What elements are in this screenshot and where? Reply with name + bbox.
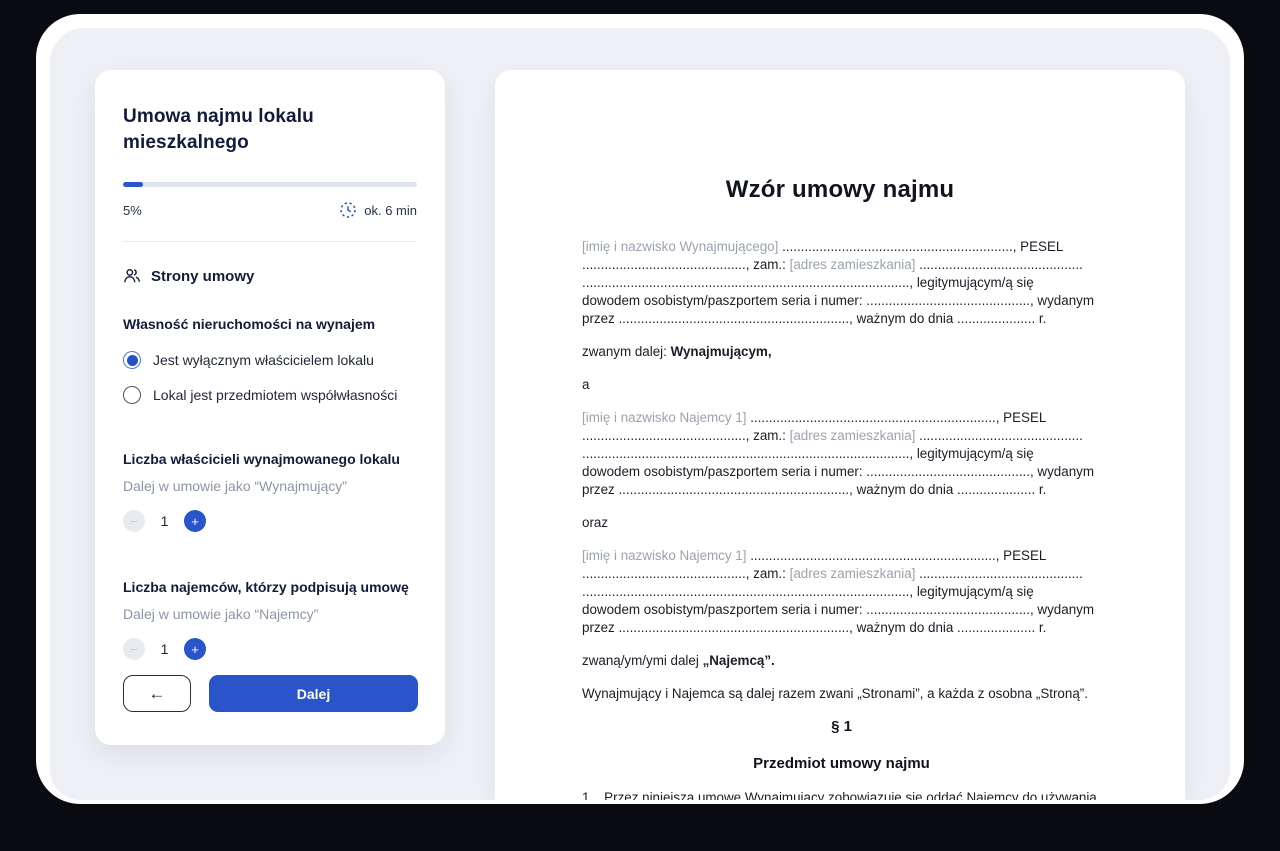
document-paragraph: a (582, 376, 1101, 394)
document-paragraph: zwaną/ym/ymi dalej „Najemcą”. (582, 652, 1101, 670)
party-clause: [imię i nazwisko Najemcy 1] ............… (582, 547, 1101, 637)
section-header: Strony umowy (123, 267, 417, 285)
app-interior: Umowa najmu lokalu mieszkalnego 5% ok. 6… (50, 28, 1230, 800)
party-clause-line: ........................................… (582, 427, 1101, 445)
tenants-stepper: − 1 + (123, 638, 417, 660)
party-clause-line: [imię i nazwisko Wynajmującego] ........… (582, 238, 1101, 256)
owners-counter-label: Liczba właścicieli wynajmowanego lokalu (123, 450, 417, 469)
ownership-options: Jest wyłącznym właścicielem lokalu Lokal … (123, 351, 417, 404)
party-clause-line: ........................................… (582, 256, 1101, 274)
section-title: Strony umowy (151, 268, 254, 285)
party-clause: [imię i nazwisko Najemcy 1] ............… (582, 409, 1101, 499)
owners-counter-hint: Dalej w umowie jako “Wynajmujący” (123, 478, 417, 494)
party-clause-line: dowodem osobistym/paszportem seria i num… (582, 463, 1101, 481)
owners-increment-button[interactable]: + (184, 510, 206, 532)
party-clause-line: przez ..................................… (582, 310, 1101, 328)
document-paragraph: zwanym dalej: Wynajmującym, (582, 343, 1101, 361)
tenants-counter-label: Liczba najemców, którzy podpisują umowę (123, 578, 417, 597)
next-button[interactable]: Dalej (209, 675, 418, 712)
form-sidebar-card: Umowa najmu lokalu mieszkalnego 5% ok. 6… (95, 70, 445, 745)
party-clause-line: przez ..................................… (582, 481, 1101, 499)
owners-stepper: − 1 + (123, 510, 417, 532)
radio-selected-icon[interactable] (123, 351, 141, 369)
party-clause-line: ........................................… (582, 583, 1101, 601)
progress-bar (123, 182, 417, 187)
clock-icon (339, 201, 357, 219)
radio-option[interactable]: Lokal jest przedmiotem współwłasności (123, 386, 417, 404)
time-estimate-label: ok. 6 min (364, 203, 417, 218)
tenants-decrement-button[interactable]: − (123, 638, 145, 660)
radio-option[interactable]: Jest wyłącznym właścicielem lokalu (123, 351, 417, 369)
party-clause-line: przez ..................................… (582, 619, 1101, 637)
document-numbered-item: 1. Przez niniejszą umowę Wynajmujący zobo… (582, 789, 1101, 800)
document-title: Wzór umowy najmu (495, 176, 1185, 204)
ownership-question-label: Własność nieruchomości na wynajem (123, 315, 417, 334)
radio-option-label: Jest wyłącznym właścicielem lokalu (153, 352, 374, 368)
radio-unselected-icon[interactable] (123, 386, 141, 404)
radio-option-label: Lokal jest przedmiotem współwłasności (153, 387, 397, 403)
item-number: 1. (582, 789, 593, 800)
party-clause-line: ........................................… (582, 274, 1101, 292)
party-clause-line: ........................................… (582, 445, 1101, 463)
document-paragraph: Wynajmujący i Najemca są dalej razem zwa… (582, 685, 1101, 703)
document-section-heading: Przedmiot umowy najmu (582, 755, 1101, 773)
app-frame: Umowa najmu lokalu mieszkalnego 5% ok. 6… (36, 14, 1244, 804)
party-clause: [imię i nazwisko Wynajmującego] ........… (582, 238, 1101, 328)
divider (123, 241, 417, 242)
tenants-increment-button[interactable]: + (184, 638, 206, 660)
form-footer: ← Dalej (123, 675, 418, 712)
progress-stats: 5% ok. 6 min (123, 201, 417, 219)
progress-bar-fill (123, 182, 143, 187)
form-title: Umowa najmu lokalu mieszkalnego (123, 104, 417, 156)
tenants-count-value: 1 (160, 641, 169, 657)
owners-count-value: 1 (160, 513, 169, 529)
item-text: Przez niniejszą umowę Wynajmujący zobowi… (604, 789, 1097, 800)
document-section-heading: § 1 (582, 718, 1101, 736)
document-preview-card: Wzór umowy najmu [imię i nazwisko Wynajm… (495, 70, 1185, 800)
document-paragraph: oraz (582, 514, 1101, 532)
party-clause-line: [imię i nazwisko Najemcy 1] ............… (582, 547, 1101, 565)
party-clause-line: dowodem osobistym/paszportem seria i num… (582, 601, 1101, 619)
time-estimate: ok. 6 min (339, 201, 417, 219)
back-button[interactable]: ← (123, 675, 191, 712)
party-clause-line: dowodem osobistym/paszportem seria i num… (582, 292, 1101, 310)
owners-decrement-button[interactable]: − (123, 510, 145, 532)
tenants-counter-hint: Dalej w umowie jako “Najemcy” (123, 606, 417, 622)
users-icon (123, 267, 141, 285)
progress-percent: 5% (123, 203, 142, 218)
document-body: [imię i nazwisko Wynajmującego] ........… (582, 238, 1101, 800)
party-clause-line: [imię i nazwisko Najemcy 1] ............… (582, 409, 1101, 427)
party-clause-line: ........................................… (582, 565, 1101, 583)
